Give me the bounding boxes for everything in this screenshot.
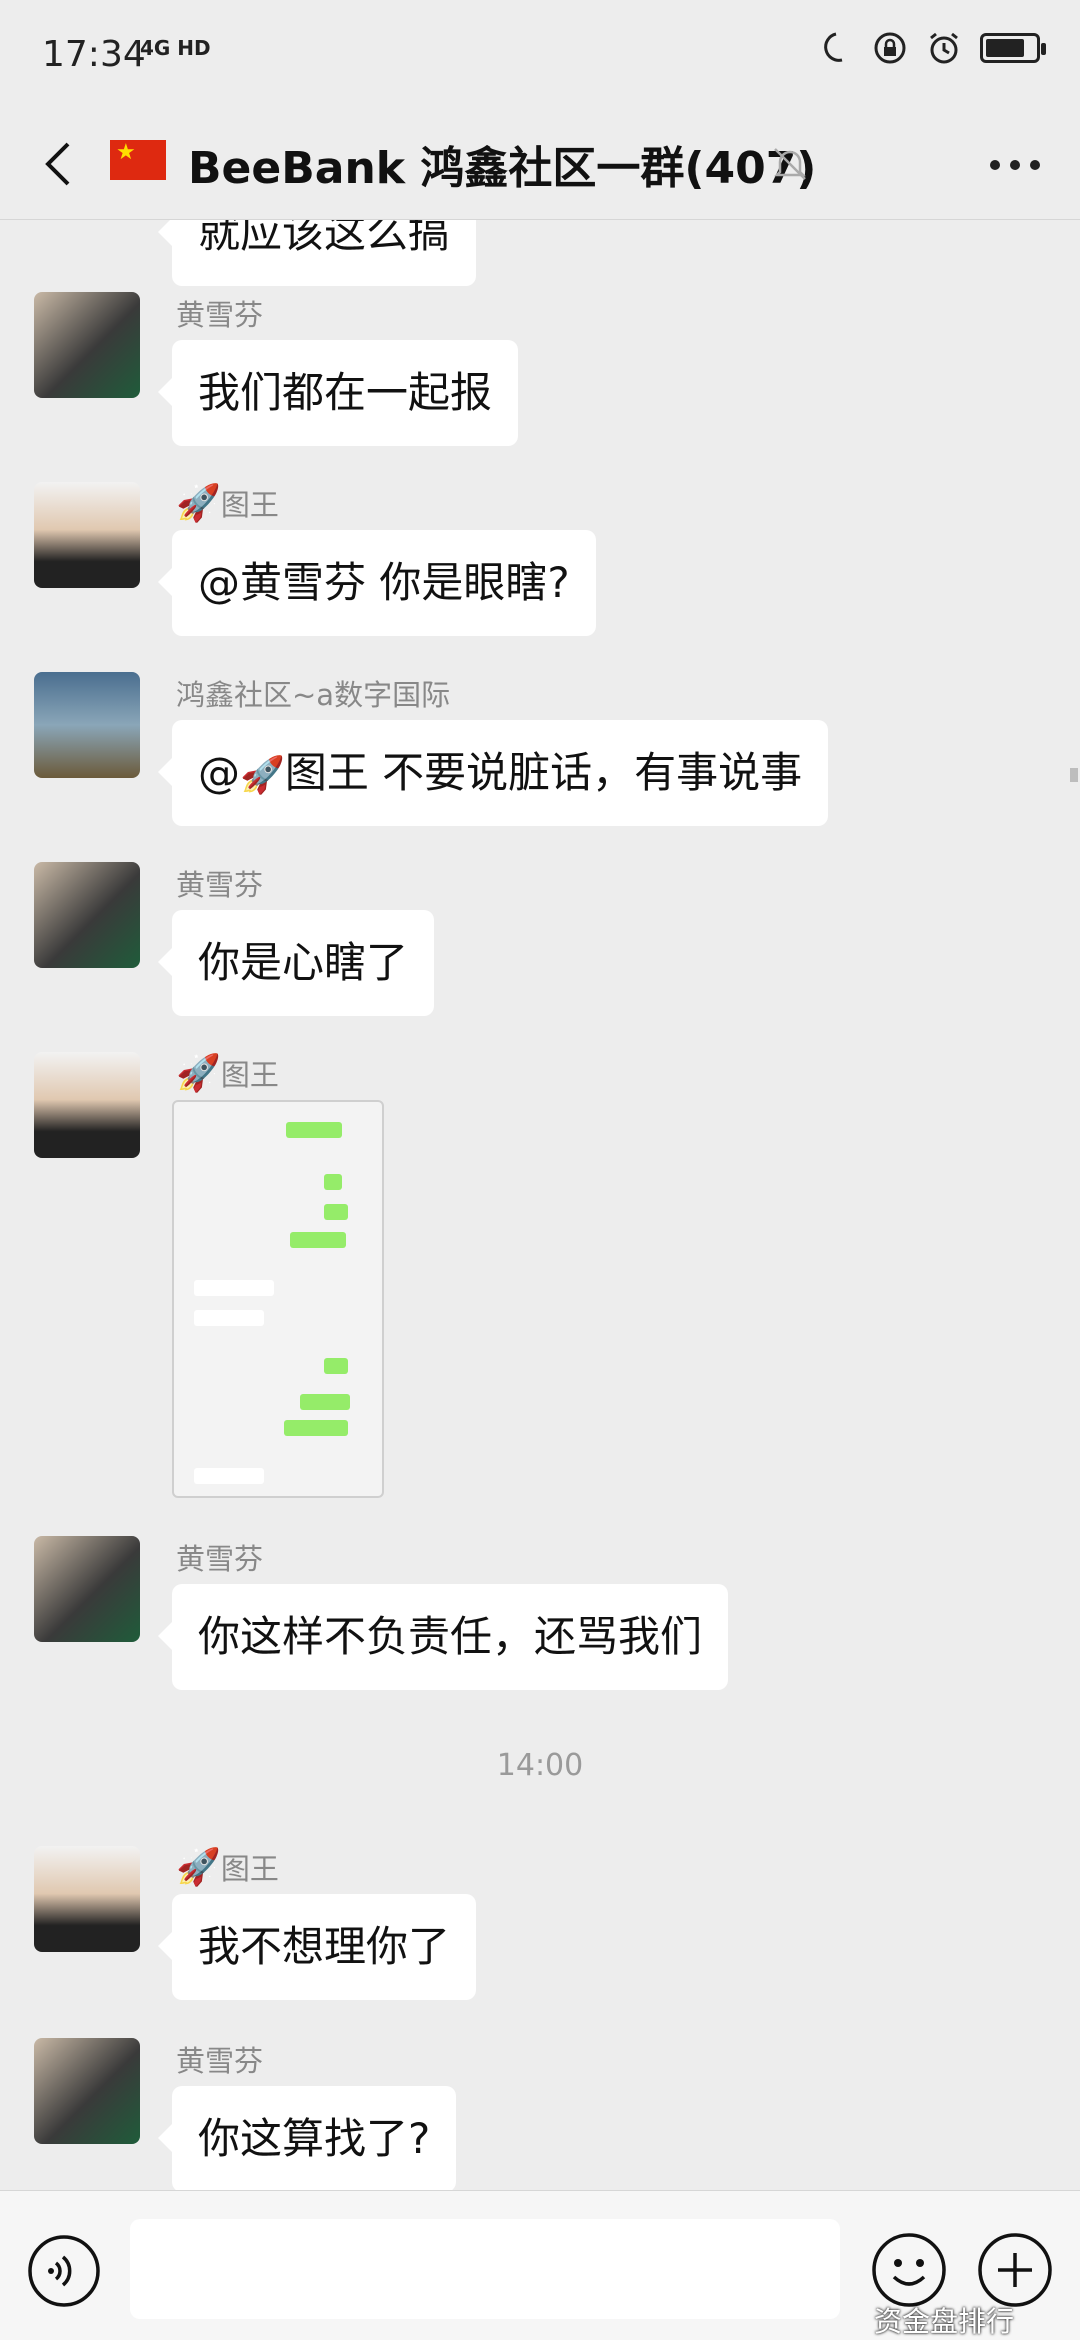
avatar[interactable] [34, 862, 140, 968]
plus-icon[interactable] [976, 2231, 1054, 2309]
sender-name: 鸿鑫社区~a数字国际 [176, 678, 451, 712]
sender-name: 🚀图王 [176, 483, 279, 524]
rocket-icon: 🚀 [176, 1847, 221, 1888]
avatar[interactable] [34, 482, 140, 588]
chat-title[interactable]: BeeBank 鸿鑫社区一群(407) [188, 132, 816, 196]
bell-off-icon [773, 148, 807, 180]
avatar[interactable] [34, 672, 140, 778]
message-bubble[interactable]: 你这算找了? [157, 2086, 457, 2190]
status-bar: 17:34 4G HD [0, 0, 1080, 110]
sender-name: 🚀图王 [176, 1053, 279, 1094]
chevron-left-icon[interactable] [30, 134, 90, 194]
avatar[interactable] [34, 1052, 140, 1158]
sender-name: 黄雪芬 [176, 2044, 264, 2078]
time-divider: 14:00 [496, 1748, 584, 1783]
rocket-icon: 🚀 [176, 483, 221, 524]
voice-icon[interactable] [26, 2233, 102, 2309]
message-bubble[interactable]: 你这样不负责任，还骂我们 [157, 1584, 729, 1690]
message-bubble[interactable]: 我们都在一起报 [157, 340, 519, 446]
moon-icon [824, 32, 843, 62]
message-input[interactable] [130, 2219, 840, 2319]
avatar[interactable] [34, 1846, 140, 1952]
sender-name: 🚀图王 [176, 1847, 279, 1888]
status-time: 17:34 [42, 34, 146, 75]
sender-name: 黄雪芬 [176, 298, 264, 332]
chat-header: ★ BeeBank 鸿鑫社区一群(407) [0, 110, 1080, 220]
rocket-icon: 🚀 [176, 1053, 221, 1094]
avatar[interactable] [34, 1536, 140, 1642]
sender-name: 黄雪芬 [176, 1542, 264, 1576]
message-bubble[interactable]: @🚀图王 不要说脏话，有事说事 [157, 720, 829, 826]
lock-rotation-icon [874, 32, 906, 64]
alarm-icon [930, 32, 958, 64]
more-dots-icon[interactable] [980, 140, 1050, 190]
screenshot-image[interactable] [172, 1100, 384, 1498]
emoji-icon[interactable] [870, 2231, 948, 2309]
message-list: 就应该这么搞 黄雪芬 我们都在一起报 🚀图王 @黄雪芬 你是眼瞎? 鸿鑫社区~a… [0, 220, 1080, 2190]
message-bubble[interactable]: @黄雪芬 你是眼瞎? [158, 530, 596, 636]
status-icons [818, 30, 1046, 66]
china-flag-icon: ★ [110, 140, 166, 180]
battery-level [986, 39, 1024, 57]
avatar[interactable] [34, 292, 140, 398]
rocket-icon: 🚀 [240, 755, 285, 796]
network-indicator: 4G HD [140, 36, 211, 60]
message-bubble[interactable]: 就应该这么搞 [157, 220, 477, 286]
message-bubble[interactable]: 我不想理你了 [157, 1894, 477, 2000]
avatar[interactable] [34, 2038, 140, 2144]
message-bubble[interactable]: 你是心瞎了 [157, 910, 435, 1016]
watermark: 资金盘排行 [874, 2305, 1015, 2338]
battery-icon [980, 33, 1046, 63]
scrollbar[interactable] [1070, 768, 1078, 782]
sender-name: 黄雪芬 [176, 868, 264, 902]
